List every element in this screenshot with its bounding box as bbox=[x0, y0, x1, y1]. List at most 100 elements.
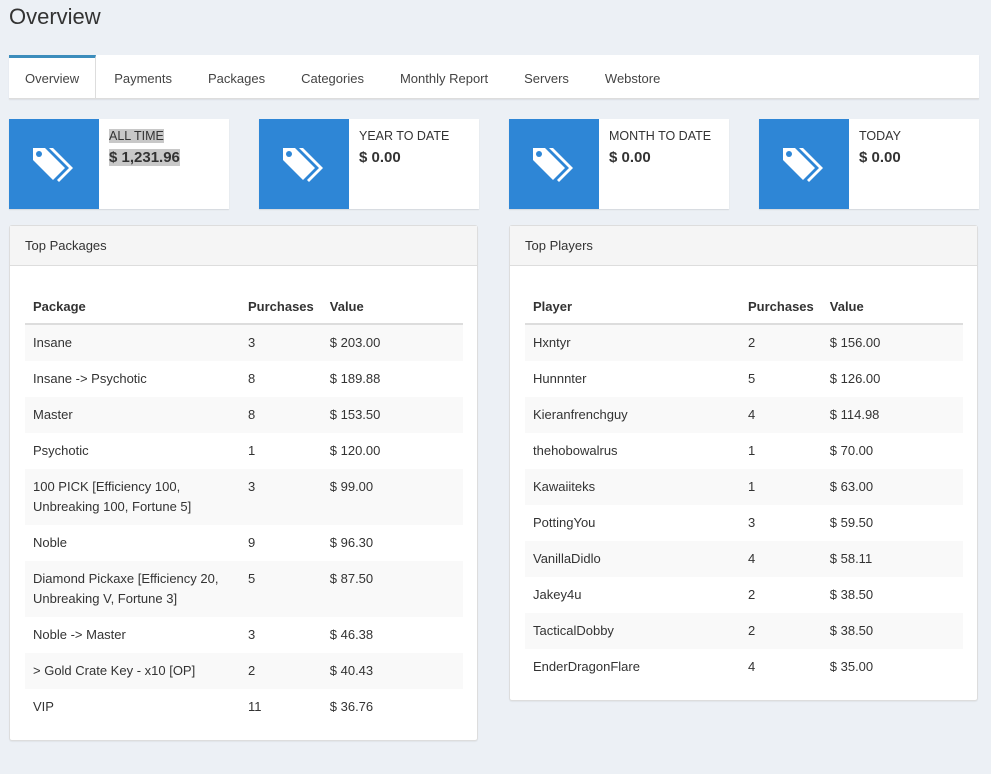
cell-name: EnderDragonFlare bbox=[533, 659, 640, 674]
tags-icon bbox=[759, 119, 849, 209]
stat-value: $ 0.00 bbox=[359, 149, 401, 166]
cell-name: Diamond Pickaxe [Efficiency 20, Unbreaki… bbox=[25, 561, 240, 617]
stat-label: MONTH TO DATE bbox=[609, 129, 712, 143]
cell-name: TacticalDobby bbox=[525, 613, 740, 649]
cell-purchases: 5 bbox=[240, 561, 322, 617]
cell-name: thehobowalrus bbox=[533, 443, 618, 458]
table-row: Insane 3 $ 203.00 bbox=[25, 324, 463, 361]
cell-purchases: 2 bbox=[240, 653, 322, 689]
cell-name: Noble -> Master bbox=[33, 627, 126, 642]
cell-name: Insane bbox=[25, 324, 240, 361]
cell-name: Psychotic bbox=[33, 443, 89, 458]
table-row: EnderDragonFlare 4 $ 35.00 bbox=[525, 649, 963, 685]
stat-box-year-to-date: YEAR TO DATE $ 0.00 bbox=[259, 119, 479, 209]
stat-label: TODAY bbox=[859, 129, 901, 143]
cell-value: $ 156.00 bbox=[821, 324, 963, 361]
cell-value: $ 40.43 bbox=[321, 653, 463, 689]
tab-overview[interactable]: Overview bbox=[9, 55, 97, 99]
column-header: Package bbox=[25, 281, 240, 325]
tab-categories[interactable]: Categories bbox=[283, 55, 382, 99]
cell-name: PottingYou bbox=[533, 515, 596, 530]
top-players-table: Player Purchases Value Hxntyr 2 $ 156.00 Hu… bbox=[525, 281, 963, 685]
table-row: Hunnnter 5 $ 126.00 bbox=[525, 361, 963, 397]
page-title: Overview bbox=[9, 4, 101, 29]
tab-packages[interactable]: Packages bbox=[190, 55, 283, 99]
cell-value: $ 46.38 bbox=[329, 627, 374, 642]
cell-name: 100 PICK [Efficiency 100, Unbreaking 100… bbox=[25, 469, 240, 525]
cell-name: Master bbox=[25, 397, 240, 433]
cell-value: $ 58.11 bbox=[821, 541, 963, 577]
cell-name: Noble bbox=[33, 535, 67, 550]
cell-purchases: 3 bbox=[240, 469, 322, 525]
cell-value: $ 96.30 bbox=[329, 535, 374, 550]
cell-name: > Gold Crate Key - x10 [OP] bbox=[25, 653, 240, 689]
table-row: > Gold Crate Key - x10 [OP] 2 $ 40.43 bbox=[25, 653, 463, 689]
cell-value: $ 63.00 bbox=[821, 469, 963, 505]
cell-purchases: 5 bbox=[748, 371, 756, 386]
cell-value: $ 189.88 bbox=[329, 371, 381, 386]
tags-icon bbox=[259, 119, 349, 209]
stat-label: ALL TIME bbox=[109, 129, 164, 143]
cell-purchases: 4 bbox=[740, 541, 822, 577]
cell-purchases: 3 bbox=[248, 627, 256, 642]
cell-purchases: 1 bbox=[248, 443, 256, 458]
table-row: Kieranfrenchguy 4 $ 114.98 bbox=[525, 397, 963, 433]
cell-purchases: 2 bbox=[740, 613, 822, 649]
cell-value: $ 114.98 bbox=[821, 397, 963, 433]
cell-name: Insane -> Psychotic bbox=[33, 371, 147, 386]
top-packages-table: Package Purchases Value Insane 3 $ 203.00 I… bbox=[25, 281, 463, 725]
cell-purchases: 8 bbox=[248, 371, 256, 386]
cell-purchases: 9 bbox=[248, 535, 256, 550]
cell-name: VanillaDidlo bbox=[525, 541, 740, 577]
cell-purchases: 1 bbox=[740, 469, 822, 505]
top-players-panel: Top Players Player Purchases Value Hxnty… bbox=[509, 225, 978, 701]
cell-purchases: 4 bbox=[748, 659, 756, 674]
stat-label: YEAR TO DATE bbox=[359, 129, 450, 143]
tab-payments[interactable]: Payments bbox=[96, 55, 190, 99]
cell-value: $ 36.76 bbox=[329, 699, 374, 714]
cell-purchases: 3 bbox=[748, 515, 756, 530]
cell-name: Hxntyr bbox=[525, 324, 740, 361]
table-row: Hxntyr 2 $ 156.00 bbox=[525, 324, 963, 361]
cell-name: Hunnnter bbox=[533, 371, 587, 386]
table-row: Insane -> Psychotic 8 $ 189.88 bbox=[25, 361, 463, 397]
cell-purchases: 11 bbox=[248, 699, 262, 714]
cell-name: Kieranfrenchguy bbox=[525, 397, 740, 433]
cell-purchases: 4 bbox=[740, 397, 822, 433]
stat-value: $ 1,231.96 bbox=[109, 149, 180, 166]
cell-name: Jakey4u bbox=[533, 587, 582, 602]
table-row: TacticalDobby 2 $ 38.50 bbox=[525, 613, 963, 649]
top-packages-panel: Top Packages Package Purchases Value Ins… bbox=[9, 225, 478, 741]
tags-icon bbox=[9, 119, 99, 209]
table-row: Noble -> Master 3 $ 46.38 bbox=[25, 617, 463, 653]
table-row: PottingYou 3 $ 59.50 bbox=[525, 505, 963, 541]
column-header: Value bbox=[821, 281, 963, 325]
column-header: Value bbox=[321, 281, 463, 325]
tab-monthly-report[interactable]: Monthly Report bbox=[382, 55, 506, 99]
column-header: Player bbox=[525, 281, 740, 325]
column-header: Purchases bbox=[740, 281, 822, 325]
table-row: Kawaiiteks 1 $ 63.00 bbox=[525, 469, 963, 505]
cell-value: $ 153.50 bbox=[321, 397, 463, 433]
tab-webstore[interactable]: Webstore bbox=[587, 55, 678, 99]
table-row: Psychotic 1 $ 120.00 bbox=[25, 433, 463, 469]
tab-servers[interactable]: Servers bbox=[506, 55, 587, 99]
panel-title: Top Players bbox=[510, 226, 977, 266]
cell-purchases: 2 bbox=[748, 587, 756, 602]
cell-value: $ 126.00 bbox=[829, 371, 881, 386]
panel-title: Top Packages bbox=[10, 226, 477, 266]
table-row: 100 PICK [Efficiency 100, Unbreaking 100… bbox=[25, 469, 463, 525]
table-row: Master 8 $ 153.50 bbox=[25, 397, 463, 433]
table-row: Noble 9 $ 96.30 bbox=[25, 525, 463, 561]
cell-value: $ 203.00 bbox=[321, 324, 463, 361]
cell-value: $ 59.50 bbox=[829, 515, 874, 530]
cell-value: $ 38.50 bbox=[829, 587, 874, 602]
stat-value: $ 0.00 bbox=[609, 149, 651, 166]
cell-value: $ 87.50 bbox=[321, 561, 463, 617]
cell-value: $ 99.00 bbox=[321, 469, 463, 525]
table-row: thehobowalrus 1 $ 70.00 bbox=[525, 433, 963, 469]
cell-value: $ 120.00 bbox=[329, 443, 381, 458]
cell-value: $ 70.00 bbox=[829, 443, 874, 458]
cell-purchases: 3 bbox=[240, 324, 322, 361]
stat-box-all-time: ALL TIME $ 1,231.96 bbox=[9, 119, 229, 209]
